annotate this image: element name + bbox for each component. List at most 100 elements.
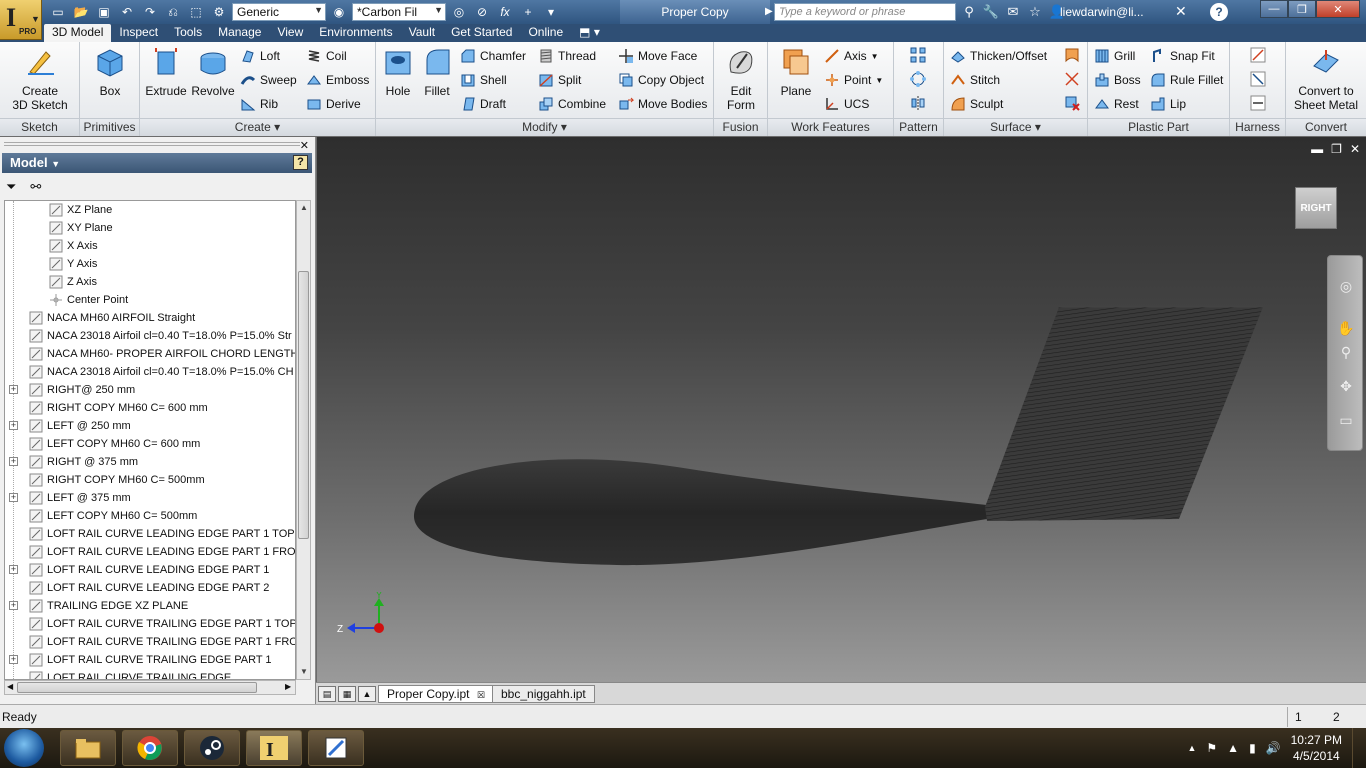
chrome-taskbar-icon[interactable]: [122, 730, 178, 766]
drive-icon[interactable]: ▲: [1227, 741, 1239, 755]
qat-menu-icon[interactable]: ▾: [541, 3, 561, 21]
volume-icon[interactable]: 🔊: [1266, 741, 1281, 755]
show-desktop-button[interactable]: [1352, 728, 1366, 768]
tree-vertical-scrollbar[interactable]: ▲ ▼: [296, 200, 311, 680]
extrude-button[interactable]: Extrude: [144, 46, 188, 98]
binoculars-icon[interactable]: ⚲: [960, 3, 978, 21]
airfoil-model[interactable]: [317, 137, 1366, 682]
style-combo[interactable]: Generic ▼: [232, 3, 326, 21]
loft-button[interactable]: Loft: [240, 46, 280, 66]
snap-fit-button[interactable]: Snap Fit: [1150, 46, 1215, 66]
filter-icon[interactable]: ⏷: [6, 179, 16, 195]
ucs-button[interactable]: UCS: [824, 94, 869, 114]
lip-button[interactable]: Lip: [1150, 94, 1186, 114]
minimize-icon[interactable]: —: [1260, 0, 1288, 18]
combine-button[interactable]: Combine: [538, 94, 606, 114]
doc-list-icon[interactable]: ▲: [358, 686, 376, 702]
thicken-offset-button[interactable]: Thicken/Offset: [950, 46, 1047, 66]
search-expand-icon[interactable]: ▶: [765, 6, 773, 17]
close-icon[interactable]: ☒: [477, 690, 485, 700]
harness-icon-1[interactable]: [1250, 47, 1266, 63]
grill-button[interactable]: Grill: [1094, 46, 1135, 66]
panel-label-create[interactable]: Create ▾: [140, 118, 375, 136]
tab-tools[interactable]: Tools: [166, 24, 210, 42]
tree-expand-icon[interactable]: +: [9, 601, 18, 610]
inventor-taskbar-icon[interactable]: I: [246, 730, 302, 766]
cascade-window-icon[interactable]: ▦: [338, 686, 356, 702]
color-wheel-icon[interactable]: ◉: [329, 3, 349, 21]
split-button[interactable]: Split: [538, 70, 581, 90]
tab-manage[interactable]: Manage: [210, 24, 269, 42]
exchange-icon[interactable]: ✕: [1175, 3, 1187, 20]
close-icon[interactable]: ✕: [1316, 0, 1360, 18]
graphics-viewport[interactable]: ▬ ❐ ✕ RIGHT ◎ ✋ ⚲ ✥ ▭ Y Z: [317, 137, 1366, 682]
move-bodies-button[interactable]: Move Bodies: [618, 94, 707, 114]
delete-face-icon[interactable]: [1064, 95, 1080, 111]
undo-icon[interactable]: ↶: [117, 3, 137, 21]
scroll-right-icon[interactable]: ▶: [285, 682, 291, 691]
plus-icon[interactable]: +: [518, 3, 538, 21]
doc-tab-proper-copy[interactable]: Proper Copy.ipt ☒: [378, 685, 494, 703]
help-button[interactable]: ?: [1210, 3, 1228, 21]
tree-expand-icon[interactable]: +: [9, 385, 18, 394]
flag-icon[interactable]: ⚑: [1206, 741, 1217, 755]
stitch-button[interactable]: Stitch: [950, 70, 1000, 90]
communication-icon[interactable]: ✉: [1004, 3, 1022, 21]
tab-extra-icon[interactable]: ⬒ ▾: [571, 24, 608, 42]
rest-button[interactable]: Rest: [1094, 94, 1139, 114]
redo-icon[interactable]: ↷: [140, 3, 160, 21]
plane-button[interactable]: Plane: [774, 46, 818, 98]
rule-fillet-button[interactable]: Rule Fillet: [1150, 70, 1223, 90]
move-face-button[interactable]: Move Face: [618, 46, 697, 66]
select-icon[interactable]: ⬚: [186, 3, 206, 21]
appearance-icon[interactable]: ◎: [449, 3, 469, 21]
tree-horizontal-scrollbar[interactable]: ◀ ▶: [4, 680, 296, 695]
user-account[interactable]: liewdarwin@li...: [1060, 5, 1144, 19]
help-icon[interactable]: ?: [293, 155, 308, 170]
scroll-up-icon[interactable]: ▲: [300, 203, 308, 212]
tab-inspect[interactable]: Inspect: [111, 24, 166, 42]
scrollbar-thumb[interactable]: [17, 682, 257, 693]
scrollbar-thumb[interactable]: [298, 271, 309, 539]
harness-icon-3[interactable]: [1250, 95, 1266, 111]
look-at-icon[interactable]: ▭: [1336, 412, 1356, 432]
tab-3d-model[interactable]: 3D Model: [44, 24, 112, 42]
doc-tab-bbc[interactable]: bbc_niggahh.ipt: [492, 685, 595, 703]
thread-button[interactable]: Thread: [538, 46, 596, 66]
copy-object-button[interactable]: Copy Object: [618, 70, 704, 90]
zoom-icon[interactable]: ⚲: [1336, 344, 1356, 364]
edit-form-button[interactable]: Edit Form: [718, 46, 764, 112]
fx-icon[interactable]: fx: [495, 3, 515, 21]
binoculars-icon[interactable]: ⚯: [30, 179, 41, 195]
close-icon[interactable]: ✕: [300, 139, 309, 152]
steam-taskbar-icon[interactable]: [184, 730, 240, 766]
point-button[interactable]: Point ▼: [824, 70, 883, 90]
patch-icon[interactable]: [1064, 47, 1080, 63]
tile-window-icon[interactable]: ▤: [318, 686, 336, 702]
paint-taskbar-icon[interactable]: [308, 730, 364, 766]
steering-wheel-icon[interactable]: ◎: [1336, 278, 1356, 298]
scroll-down-icon[interactable]: ▼: [300, 667, 308, 676]
material-combo[interactable]: *Carbon Fil ▼: [352, 3, 446, 21]
create-3d-sketch-button[interactable]: Create 3D Sketch: [6, 46, 74, 112]
save-icon[interactable]: ▣: [94, 3, 114, 21]
clock[interactable]: 10:27 PM 4/5/2014: [1291, 732, 1342, 764]
derive-button[interactable]: Derive: [306, 94, 361, 114]
panel-label-surface[interactable]: Surface ▾: [944, 118, 1087, 136]
tab-get-started[interactable]: Get Started: [443, 24, 520, 42]
tree-expand-icon[interactable]: +: [9, 565, 18, 574]
trim-icon[interactable]: [1064, 71, 1080, 87]
tab-environments[interactable]: Environments: [311, 24, 400, 42]
viewcube[interactable]: RIGHT: [1295, 187, 1337, 229]
fillet-button[interactable]: Fillet: [418, 46, 456, 98]
harness-icon-2[interactable]: [1250, 71, 1266, 87]
hole-button[interactable]: Hole: [380, 46, 416, 98]
box-button[interactable]: Box: [88, 46, 132, 98]
favorite-icon[interactable]: ☆: [1026, 3, 1044, 21]
tree-expand-icon[interactable]: +: [9, 421, 18, 430]
browser-drag-handle[interactable]: [4, 142, 300, 146]
rib-button[interactable]: Rib: [240, 94, 278, 114]
maximize-icon[interactable]: ❐: [1288, 0, 1316, 18]
tray-expand-icon[interactable]: ▲: [1187, 743, 1196, 753]
tools-icon[interactable]: 🔧: [982, 3, 1000, 21]
